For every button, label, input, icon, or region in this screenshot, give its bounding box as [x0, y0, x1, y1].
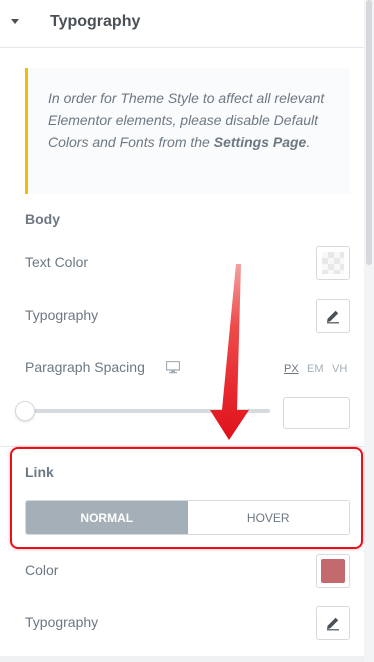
- link-typography-edit-button[interactable]: [316, 606, 350, 640]
- body-typography-edit-button[interactable]: [316, 299, 350, 333]
- caret-down-icon[interactable]: [11, 19, 19, 24]
- link-color-label: Color: [25, 562, 59, 578]
- pencil-icon: [327, 617, 339, 631]
- text-color-picker[interactable]: [316, 246, 350, 280]
- unit-px[interactable]: PX: [284, 363, 299, 375]
- red-arrow-icon: [210, 264, 249, 440]
- unit-vh[interactable]: VH: [332, 363, 347, 375]
- panel-bottom-strip: [0, 656, 364, 662]
- paragraph-spacing-slider-handle[interactable]: [15, 401, 35, 421]
- paragraph-spacing-label: Paragraph Spacing: [25, 359, 145, 375]
- scrollbar-thumb[interactable]: [366, 0, 372, 265]
- text-color-label: Text Color: [25, 254, 89, 270]
- body-typography-label: Typography: [25, 307, 99, 323]
- body-group-title: Body: [25, 211, 60, 227]
- link-color-picker[interactable]: [316, 554, 350, 588]
- empty-color-swatch: [322, 252, 344, 274]
- section-title: Typography: [50, 13, 141, 30]
- desktop-monitor-icon[interactable]: [166, 361, 180, 374]
- settings-page-link[interactable]: Settings Page: [214, 134, 307, 150]
- pencil-icon: [327, 310, 339, 324]
- unit-em[interactable]: EM: [307, 363, 324, 375]
- link-highlight-annotation: [10, 447, 363, 549]
- link-typography-label: Typography: [25, 614, 99, 630]
- notice-suffix: .: [306, 134, 311, 150]
- typography-section-header[interactable]: Typography: [0, 0, 364, 48]
- link-color-swatch: [321, 559, 345, 583]
- style-panel: Typography In order for Theme Style to a…: [0, 0, 374, 662]
- paragraph-spacing-input[interactable]: [283, 397, 350, 429]
- theme-style-notice: In order for Theme Style to affect all r…: [25, 68, 350, 194]
